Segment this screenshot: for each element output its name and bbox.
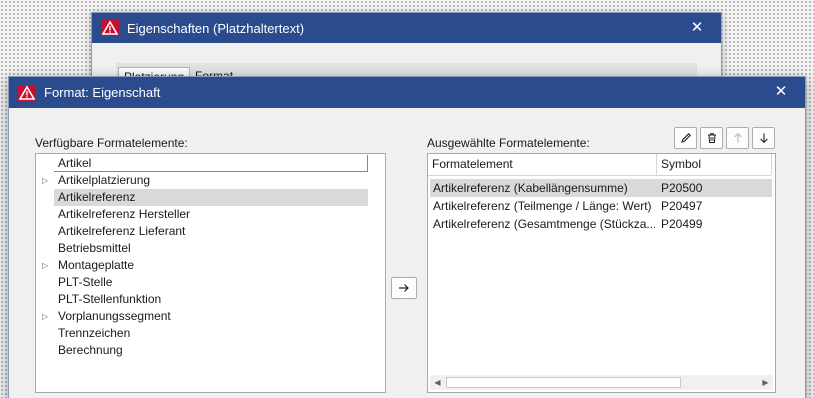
tree-item-label: Trennzeichen [58, 326, 131, 340]
column-header-symbol[interactable]: Symbol [657, 154, 771, 175]
arrow-right-icon [399, 284, 409, 292]
edit-button[interactable] [674, 127, 697, 149]
app-warning-icon [101, 20, 119, 36]
tree-item[interactable]: ▷ Vorplanungssegment [36, 308, 171, 325]
tree-item[interactable]: Artikel [54, 155, 368, 172]
tree-item-label: Vorplanungssegment [58, 309, 171, 323]
tree-item-label: Montageplatte [58, 258, 135, 272]
cell-formatelement: Artikelreferenz (Teilmenge / Länge: Wert… [433, 199, 652, 213]
tree-item[interactable]: Artikelreferenz [54, 189, 368, 206]
tree-item[interactable]: PLT-Stellenfunktion [36, 291, 161, 308]
tree-item[interactable]: PLT-Stelle [36, 274, 112, 291]
tree-item-label: Artikelplatzierung [58, 173, 151, 187]
format-dialog: Format: Eigenschaft ✕ Verfügbare Formate… [8, 76, 806, 398]
column-separator[interactable] [771, 154, 772, 175]
delete-icon [707, 133, 716, 143]
cell-formatelement: Artikelreferenz (Kabellängensumme) [433, 181, 628, 195]
tree-item[interactable]: Artikelreferenz Hersteller [36, 206, 190, 223]
move-up-icon [733, 132, 742, 143]
tree-item[interactable]: Berechnung [36, 342, 123, 359]
cell-symbol: P20499 [661, 217, 703, 231]
tree-item[interactable]: Betriebsmittel [36, 240, 131, 257]
move-down-icon [759, 133, 768, 144]
app-warning-icon [18, 84, 36, 101]
tree-item[interactable]: ▷ Montageplatte [36, 257, 134, 274]
cell-symbol: P20500 [661, 181, 703, 195]
table-row[interactable]: Artikelreferenz (Gesamtmenge (Stückza...… [430, 215, 772, 233]
delete-button[interactable] [700, 127, 723, 149]
cell-formatelement: Artikelreferenz (Gesamtmenge (Stückza... [433, 217, 655, 231]
expand-triangle-icon[interactable]: ▷ [42, 257, 52, 274]
available-elements-label: Verfügbare Formatelemente: [35, 136, 188, 150]
format-dialog-titlebar: Format: Eigenschaft ✕ [9, 77, 805, 108]
background-dialog-titlebar: Eigenschaften (Platzhaltertext) ✕ [92, 13, 721, 43]
column-header-formatelement[interactable]: Formatelement [428, 154, 658, 175]
add-element-button[interactable] [391, 277, 417, 299]
move-up-button[interactable] [726, 127, 749, 149]
tree-item-label: PLT-Stellenfunktion [58, 292, 162, 306]
list-header: Formatelement Symbol [428, 154, 772, 176]
selected-elements-label: Ausgewählte Formatelemente: [427, 136, 590, 150]
tree-item-label: Berechnung [58, 343, 123, 357]
scroll-right-icon[interactable]: ▶ [758, 375, 773, 390]
scroll-thumb[interactable] [446, 377, 681, 388]
tree-item-label: Artikelreferenz Hersteller [58, 207, 191, 221]
available-elements-tree[interactable]: Artikel ▷ Artikelplatzierung Artikelrefe… [35, 153, 386, 393]
background-dialog-close-icon[interactable]: ✕ [687, 18, 707, 36]
table-row[interactable]: Artikelreferenz (Teilmenge / Länge: Wert… [430, 197, 772, 215]
selected-elements-list[interactable]: Formatelement Symbol Artikelreferenz (Ka… [427, 153, 776, 393]
tree-item-label: Artikelreferenz Lieferant [58, 224, 186, 238]
tree-item-label: PLT-Stelle [58, 275, 113, 289]
format-dialog-title: Format: Eigenschaft [44, 85, 161, 100]
table-row[interactable]: Artikelreferenz (Kabellängensumme) P2050… [430, 179, 772, 197]
tree-item[interactable]: Artikelreferenz Lieferant [36, 223, 185, 240]
scroll-left-icon[interactable]: ◀ [430, 375, 445, 390]
tree-item[interactable]: ▷ Artikelplatzierung [36, 172, 150, 189]
edit-icon [680, 133, 691, 143]
background-dialog-title: Eigenschaften (Platzhaltertext) [127, 20, 305, 36]
tree-item[interactable]: Trennzeichen [36, 325, 130, 342]
tree-item-label: Artikel [58, 156, 92, 170]
horizontal-scrollbar[interactable]: ◀ ▶ [430, 375, 773, 390]
format-dialog-close-icon[interactable]: ✕ [771, 82, 791, 100]
expand-triangle-icon[interactable]: ▷ [42, 172, 52, 189]
tree-item-label: Artikelreferenz [58, 190, 136, 204]
move-down-button[interactable] [752, 127, 775, 149]
expand-triangle-icon[interactable]: ▷ [42, 308, 52, 325]
tree-item-label: Betriebsmittel [58, 241, 131, 255]
cell-symbol: P20497 [661, 199, 703, 213]
